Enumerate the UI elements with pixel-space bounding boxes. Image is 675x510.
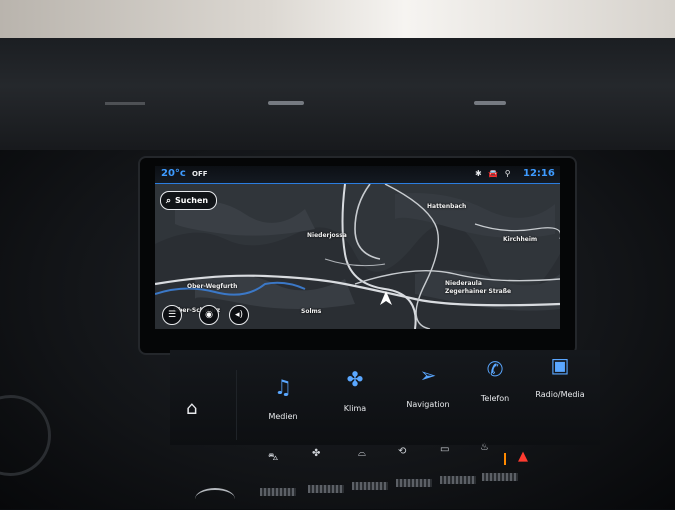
radio-icon: ▣ [550,353,570,377]
home-button[interactable]: ⌂ [186,398,197,419]
navigation-arrow-icon: ➢ [419,363,437,387]
dock-item-radio[interactable]: ▣ Radio/Media [530,354,590,399]
front-defrost-icon[interactable]: ⌓ [358,448,366,459]
fan-icon[interactable]: ✤ [312,448,320,459]
map-place-label: Zegerhainer Straße [445,288,512,295]
button-grille [396,479,432,487]
dock-item-label: Klima [343,404,367,413]
phone-icon: ✆ [486,357,504,381]
dock-item-label: Medien [268,412,298,421]
hazard-icon[interactable]: ▲ [518,449,528,464]
speaker-icon: ◂) [234,310,244,320]
button-grille [352,482,388,490]
fan-icon: ✤ [346,367,364,391]
button-grille [440,476,476,484]
bluetooth-icon: ✱ [475,169,482,178]
search-icon: ⌕ [166,195,172,206]
gear-knob-edge [195,488,235,510]
dock-item-label: Navigation [406,400,450,409]
compass-icon: ◉ [205,310,213,320]
map-place-label: Ober-Wegfurth [187,283,238,290]
dashboard-vent [105,102,145,105]
search-label: Suchen [175,196,209,205]
car-icon: 🚘 [488,169,499,178]
search-button[interactable]: ⌕ Suchen [160,191,217,210]
dock-item-telefon[interactable]: ✆ Telefon [470,358,520,403]
button-grille [260,488,296,496]
map-place-label: Hattenbach [427,203,467,210]
status-bar: 20°c OFF ✱ 🚘 ⚲ 12:16 [155,166,560,184]
phone-signal-icon: ⚲ [504,169,511,178]
dashboard-light [474,101,506,105]
vehicle-position-arrow-icon [380,291,392,305]
dashboard-light [268,101,304,105]
ac-status[interactable]: OFF [192,170,208,178]
dock-item-navigation[interactable]: ➢ Navigation [402,364,454,409]
map-place-label: Niederjossa [307,232,347,239]
infotainment-screen: 20°c OFF ✱ 🚘 ⚲ 12:16 ⌕ Suchen Hattenbach… [155,166,560,329]
map-place-label: Kirchheim [503,236,538,243]
button-grille [482,473,518,481]
map-view-button[interactable]: ◉ [199,305,219,325]
dashboard-top [0,38,675,158]
temperature-readout[interactable]: 20°c [161,168,186,179]
voice-guidance-button[interactable]: ◂) [229,305,249,325]
map-place-label: Solms [301,308,322,315]
status-indicator [504,453,506,465]
dock-item-klima[interactable]: ✤ Klima [330,368,380,413]
status-icons: ✱ 🚘 ⚲ [475,169,515,178]
map-place-label: Niederaula [445,280,482,287]
dock-item-label: Radio/Media [535,390,585,399]
seat-heat-off-icon[interactable]: ♨ [480,442,489,453]
physical-button-row: ⛍ ✤ ⌓ ⟲ ▭ ♨ ▲ [250,442,550,498]
music-note-icon: ♫ [274,375,292,399]
dock-item-label: Telefon [480,394,510,403]
dock-item-medien[interactable]: ♫ Medien [258,376,308,421]
rear-defrost-icon[interactable]: ▭ [440,444,449,455]
car-icon[interactable]: ⛍ [268,452,278,465]
recirculation-icon[interactable]: ⟲ [398,446,406,457]
button-grille [308,485,344,493]
shortcut-dock: ⌂ ♫ Medien ✤ Klima ➢ Navigation ✆ Telefo… [170,350,600,445]
menu-list-button[interactable]: ☰ [162,305,182,325]
clock: 12:16 [523,168,555,179]
list-icon: ☰ [167,310,177,320]
divider [236,370,237,440]
